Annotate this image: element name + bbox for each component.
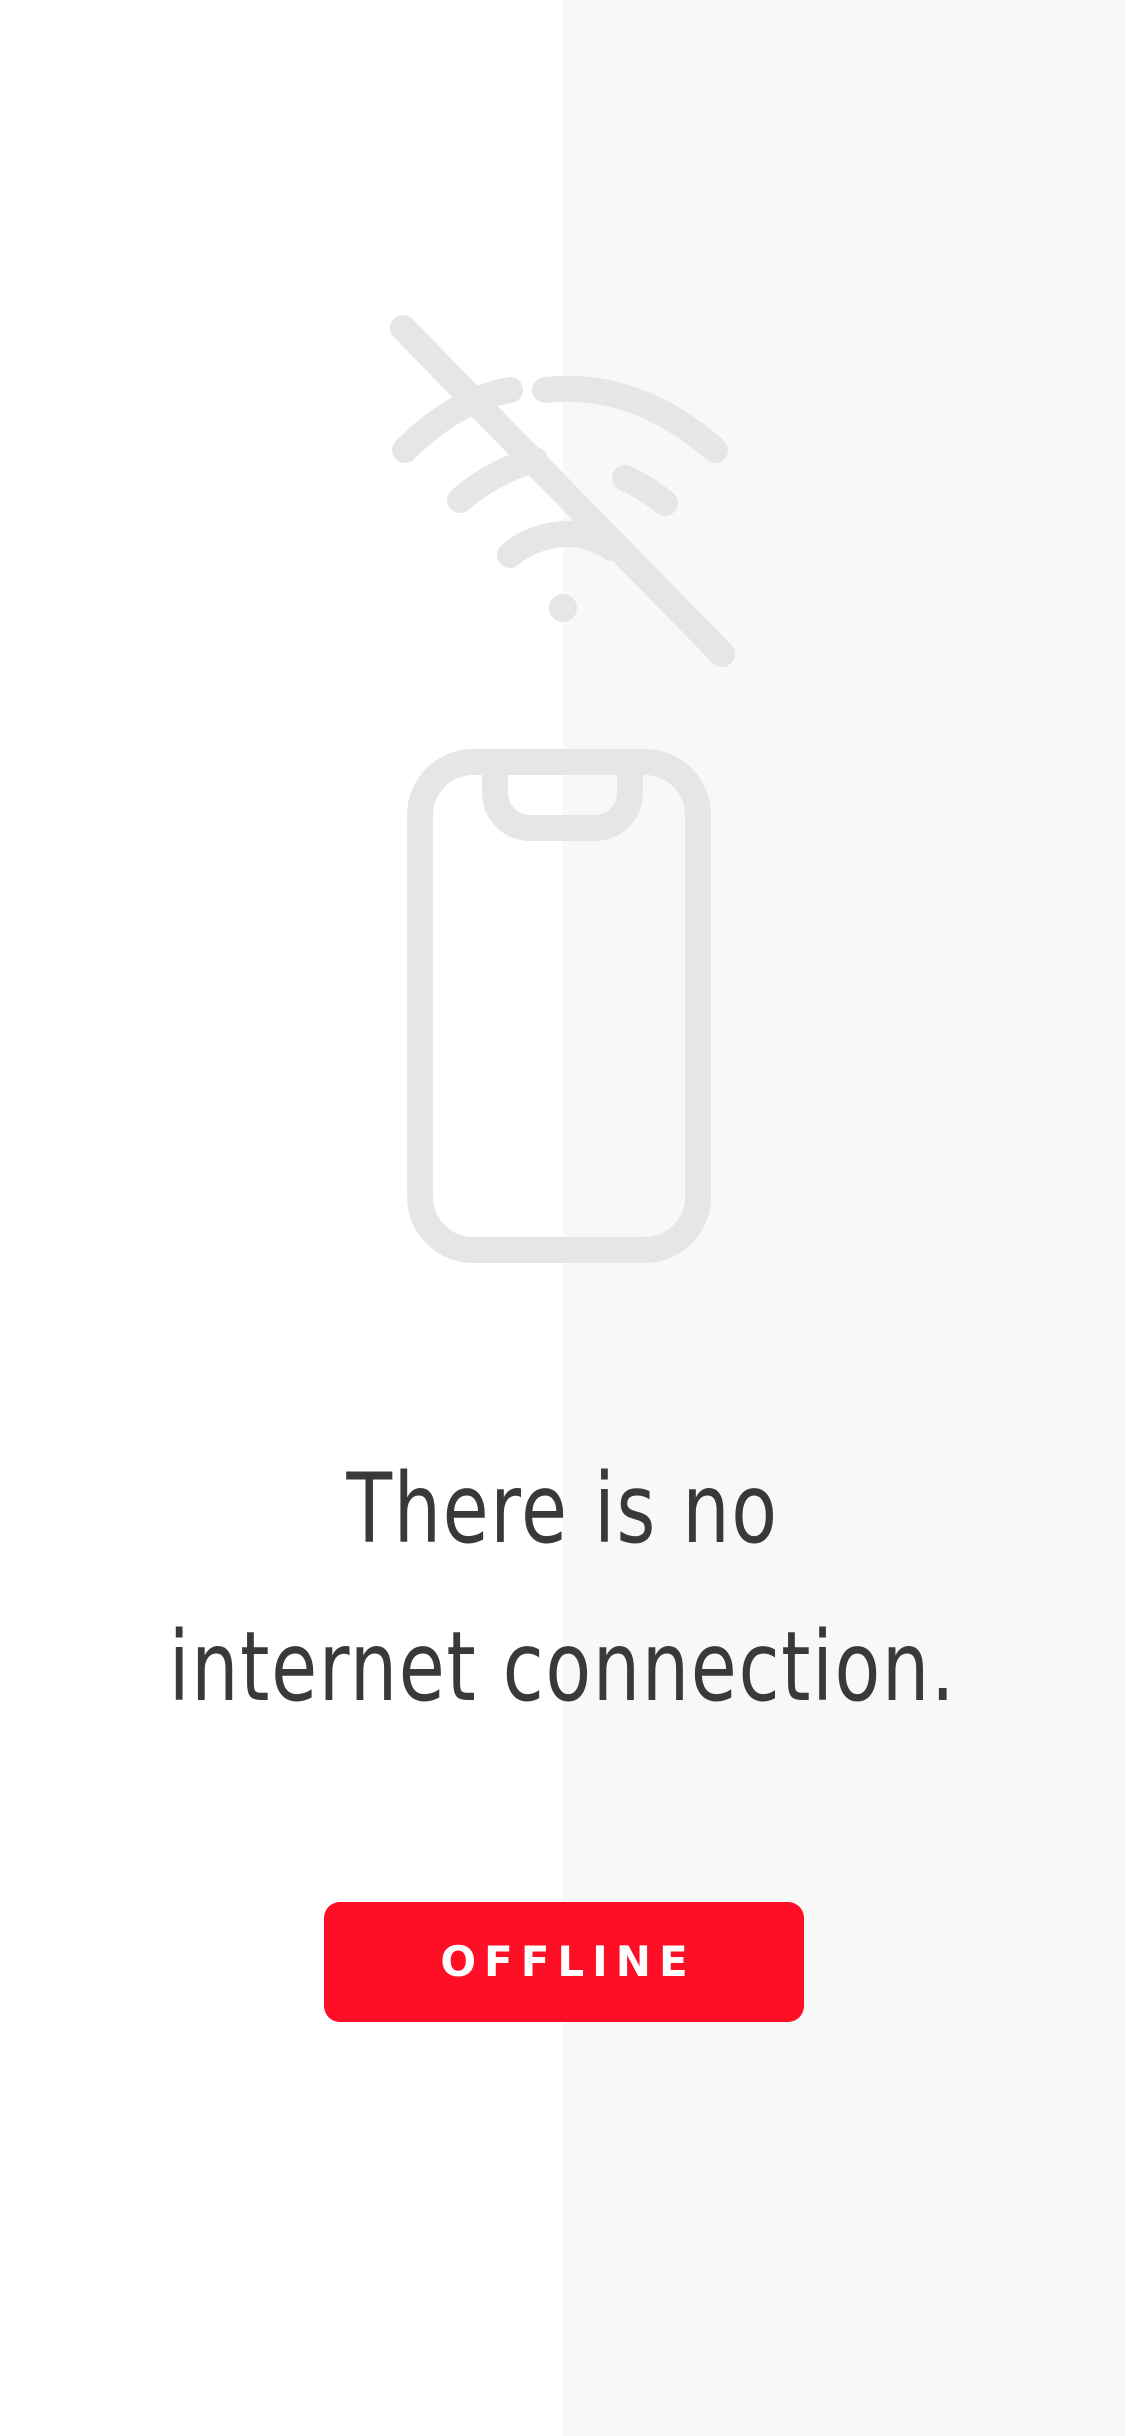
- message-line-2: internet connection.: [168, 1611, 957, 1723]
- wifi-off-icon: [390, 315, 735, 667]
- offline-illustration: [390, 315, 735, 1263]
- wifi-arc-middle-right: [612, 465, 678, 516]
- wifi-dot: [549, 594, 577, 622]
- offline-status-button[interactable]: OFFLINE: [324, 1902, 804, 2022]
- no-connection-message: There is no internet connection.: [124, 1430, 1002, 1746]
- message-line-1: There is no: [346, 1453, 779, 1565]
- phone-notch: [482, 775, 643, 841]
- wifi-arc-outer-right: [532, 375, 728, 463]
- smartphone-outline-icon: [407, 749, 711, 1263]
